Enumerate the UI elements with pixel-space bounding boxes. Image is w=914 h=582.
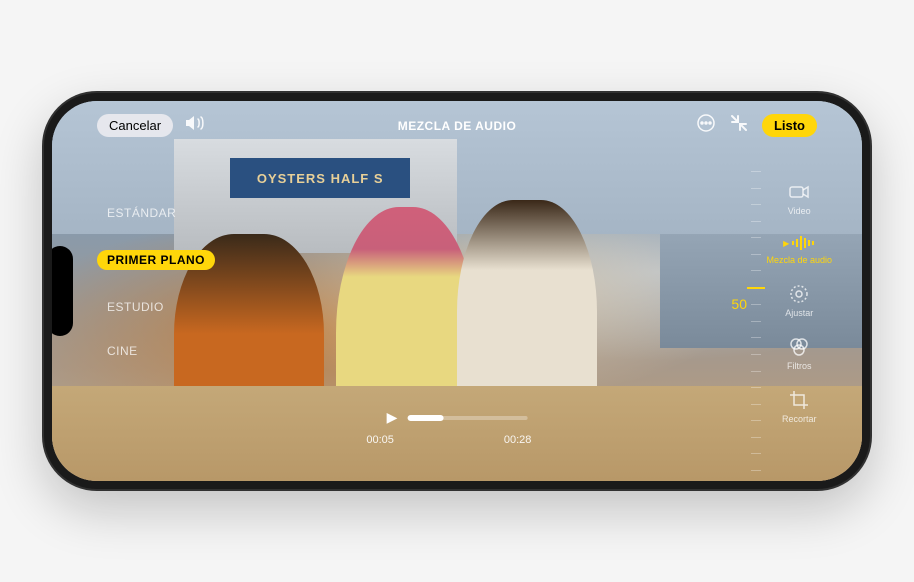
playback-controls: ▶ — [387, 409, 528, 426]
current-time: 00:05 — [366, 434, 394, 446]
tool-audio-mix-label: Mezcla de audio — [766, 255, 832, 265]
volume-icon[interactable] — [185, 115, 205, 136]
tool-adjust[interactable]: Ajustar — [785, 283, 813, 318]
progress-fill — [407, 415, 443, 421]
intensity-value: 50 — [731, 296, 747, 312]
crop-icon — [788, 389, 810, 411]
mode-studio[interactable]: ESTUDIO — [107, 300, 215, 314]
done-button[interactable]: Listo — [762, 114, 817, 137]
progress-bar[interactable] — [407, 416, 527, 420]
screen: OYSTERS HALF S Cancelar — [52, 101, 862, 481]
tool-adjust-label: Ajustar — [785, 308, 813, 318]
video-icon — [788, 181, 810, 203]
play-button[interactable]: ▶ — [387, 409, 398, 426]
phone-frame: OYSTERS HALF S Cancelar — [42, 91, 872, 491]
tool-filters-label: Filtros — [787, 361, 812, 371]
audio-mix-icon: ▶ — [783, 234, 815, 252]
dynamic-island — [52, 246, 73, 336]
mode-foreground[interactable]: PRIMER PLANO — [97, 250, 215, 270]
more-icon[interactable] — [696, 113, 716, 138]
filters-icon — [788, 336, 810, 358]
tool-audio-mix[interactable]: ▶ Mezcla de audio — [766, 234, 832, 265]
page-title: MEZCLA DE AUDIO — [398, 119, 517, 133]
cancel-button[interactable]: Cancelar — [97, 114, 173, 137]
tool-crop[interactable]: Recortar — [782, 389, 817, 424]
collapse-icon[interactable] — [730, 114, 748, 137]
total-time: 00:28 — [504, 434, 532, 446]
audio-mode-list: ESTÁNDAR PRIMER PLANO ESTUDIO CINE — [107, 206, 215, 358]
tool-crop-label: Recortar — [782, 414, 817, 424]
tool-video-label: Video — [788, 206, 811, 216]
intensity-dial[interactable] — [755, 171, 757, 471]
tool-video[interactable]: Video — [788, 181, 811, 216]
tool-filters[interactable]: Filtros — [787, 336, 812, 371]
edit-tools: Video ▶ Mezcl — [766, 181, 832, 424]
top-bar: Cancelar MEZCLA DE AUDIO — [97, 113, 817, 138]
mode-cinema[interactable]: CINE — [107, 344, 215, 358]
mode-standard[interactable]: ESTÁNDAR — [107, 206, 215, 220]
adjust-icon — [788, 283, 810, 305]
